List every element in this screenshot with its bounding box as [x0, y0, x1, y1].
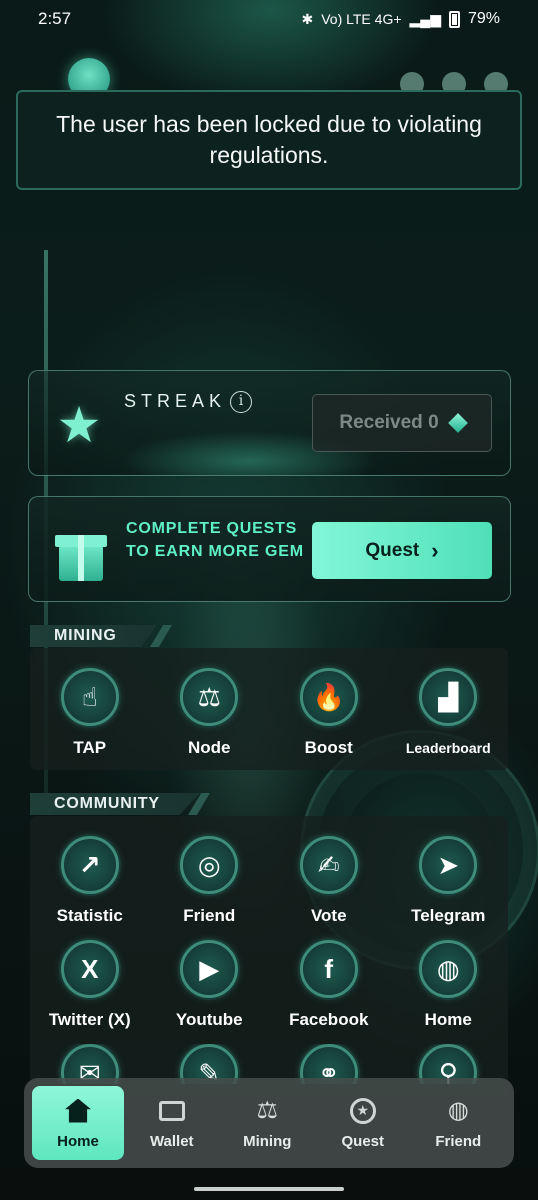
youtube-icon: ▶	[180, 940, 239, 998]
toast-message: The user has been locked due to violatin…	[56, 111, 482, 168]
statistic-icon: ↗	[60, 836, 119, 894]
facebook-icon: f	[299, 940, 358, 998]
friend-network-icon: ◎	[180, 836, 239, 894]
star-icon: ★	[56, 397, 102, 453]
x-icon: X	[60, 940, 119, 998]
nav-item-label: Friend	[435, 1132, 482, 1150]
quest-button[interactable]: Quest ›	[312, 522, 492, 579]
community-tile[interactable]: f Facebook	[269, 940, 389, 1044]
wallet-icon	[158, 1097, 186, 1125]
globe-icon: ◍	[419, 940, 478, 998]
mining-tile-label: TAP	[73, 738, 107, 757]
mining-tile[interactable]: ▟ Leaderboard	[389, 668, 509, 772]
nav-item-label: Home	[57, 1132, 99, 1150]
mining-tile[interactable]: ⚖ Node	[150, 668, 270, 772]
community-tile-label: Youtube	[175, 1010, 243, 1029]
nav-item-label: Quest	[341, 1132, 384, 1150]
status-bar: 2:57 ✱ Vo) LTE 4G+ ▂▄▆ 79%	[0, 0, 538, 38]
flame-icon: 🔥	[299, 668, 358, 726]
status-icons: ✱ Vo) LTE 4G+ ▂▄▆ 79%	[301, 10, 500, 28]
community-tile[interactable]: ✍ Vote	[269, 836, 389, 940]
community-tile-label: Telegram	[411, 906, 486, 925]
home-indicator[interactable]	[194, 1187, 344, 1191]
nav-bar-area	[0, 1168, 538, 1200]
community-grid: ↗ Statistic ◎ Friend ✍ Vote ➤ Telegram X Twitter …	[30, 836, 508, 1044]
nav-item-label: Mining	[243, 1132, 292, 1150]
quest-card: COMPLETE QUESTS TO EARN MORE GEM Quest ›	[28, 496, 511, 602]
community-tile-label: Home	[424, 1010, 472, 1029]
signal-icon: ▂▄▆	[409, 10, 441, 27]
node-icon: ⚖	[180, 668, 239, 726]
mining-tile-label: Boost	[304, 738, 353, 757]
status-time: 2:57	[38, 9, 72, 28]
locked-toast: The user has been locked due to violatin…	[16, 90, 522, 190]
community-section-label: COMMUNITY	[30, 793, 200, 815]
gem-icon	[447, 413, 468, 433]
community-tile[interactable]: ➤ Telegram	[389, 836, 509, 940]
nav-item-home[interactable]: Home	[32, 1086, 124, 1160]
received-button[interactable]: Received 0	[312, 394, 492, 452]
community-tile-label: Friend	[183, 906, 236, 925]
leaderboard-icon: ▟	[419, 668, 478, 726]
friend-icon: ◍	[447, 1097, 469, 1124]
streak-card: ★ STREAK i Received 0	[28, 370, 511, 476]
community-tile-label: Statistic	[56, 906, 123, 925]
info-icon[interactable]: i	[230, 391, 252, 413]
mining-tile[interactable]: 🔥 Boost	[269, 668, 389, 772]
community-tile[interactable]: ◍ Home	[389, 940, 509, 1044]
community-tile[interactable]: ↗ Statistic	[30, 836, 150, 940]
nav-item-label: Wallet	[149, 1132, 194, 1150]
mining-section-label: MINING	[30, 625, 157, 647]
nav-item-mining[interactable]: ⚖ Mining	[220, 1086, 316, 1160]
chevron-right-icon: ›	[431, 537, 439, 563]
home-icon	[64, 1097, 92, 1125]
bluetooth-icon: ✱	[301, 10, 314, 27]
battery-icon	[448, 10, 460, 28]
community-tile-label: Facebook	[289, 1010, 369, 1029]
quest-promo-text: COMPLETE QUESTS TO EARN MORE GEM	[126, 520, 304, 560]
mining-tile[interactable]: ☝ TAP	[30, 668, 150, 772]
battery-percent: 79%	[467, 10, 500, 27]
community-tile-label: Vote	[310, 906, 347, 925]
streak-title: STREAK	[124, 391, 227, 411]
network-label: Vo) LTE 4G+	[321, 11, 402, 27]
mining-tile-label: Node	[188, 738, 231, 757]
community-tile[interactable]: ▶ Youtube	[150, 940, 270, 1044]
vote-icon: ✍	[299, 836, 358, 894]
bottom-navigation: Home Wallet ⚖ Mining ★ Quest ◍ Friend	[24, 1078, 514, 1168]
mining-grid: ☝ TAP ⚖ Node 🔥 Boost ▟ Leaderboard	[30, 668, 508, 772]
telegram-icon: ➤	[419, 836, 478, 894]
community-tile[interactable]: X Twitter (X)	[30, 940, 150, 1044]
tap-icon: ☝	[60, 668, 119, 726]
nav-item-wallet[interactable]: Wallet	[124, 1086, 220, 1160]
community-tile[interactable]: ◎ Friend	[150, 836, 270, 940]
mining-icon: ⚖	[256, 1097, 278, 1124]
mining-tile-label: Leaderboard	[405, 740, 491, 756]
nav-item-friend[interactable]: ◍ Friend	[411, 1086, 507, 1160]
quest-button-label: Quest	[365, 539, 420, 561]
nav-item-quest[interactable]: ★ Quest	[315, 1086, 411, 1160]
community-tile-label: Twitter (X)	[48, 1010, 131, 1029]
received-label: Received 0	[339, 412, 439, 433]
gift-icon	[55, 535, 107, 581]
quest-icon: ★	[349, 1097, 377, 1125]
